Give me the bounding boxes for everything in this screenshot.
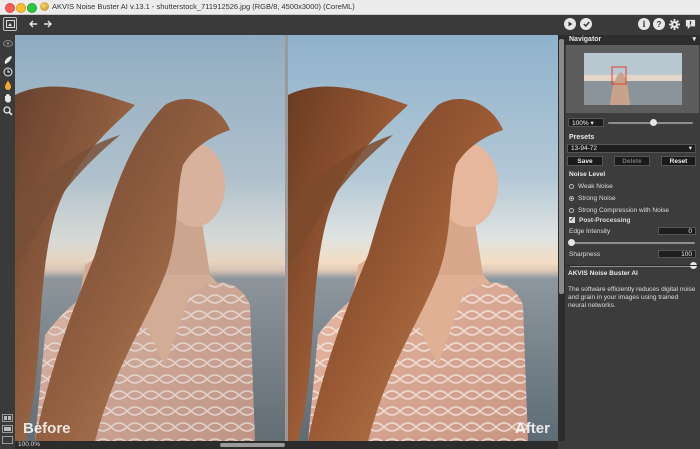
post-processing-checkbox[interactable]: ✓ Post-Processing [569,216,630,224]
settings-button[interactable] [668,18,680,30]
noise-option-strong-compression[interactable]: Strong Compression with Noise [569,206,669,214]
dropdown-arrow-icon: ▾ [688,145,692,152]
navigator-zoom-slider-knob[interactable] [650,119,658,126]
split-view-button[interactable] [2,414,13,422]
preset-selected-value: 13-94-72 [571,145,598,152]
navigator-thumbnail [566,45,699,113]
zoom-window-button[interactable] [27,3,37,13]
minimize-window-button[interactable] [16,3,26,13]
navigator-title: Navigator [569,36,602,43]
hand-tool[interactable] [2,92,13,103]
vertical-scroll-thumb[interactable] [559,39,564,294]
arrow-left-icon [28,20,37,28]
brush-icon [4,55,12,64]
navigator-header[interactable]: Navigator ▾ [565,35,700,45]
single-view-button[interactable] [2,425,13,433]
gear-icon [668,18,680,30]
edge-intensity-slider-knob[interactable] [568,239,575,246]
edge-intensity-slider[interactable] [570,242,695,244]
info-icon: i [642,19,646,29]
hand-icon [4,93,11,102]
visibility-toggle[interactable] [2,38,13,49]
image-canvas[interactable]: Before After [15,35,558,441]
presets-header: Presets [565,133,700,143]
post-processing-label: Post-Processing [579,216,631,224]
home-icon [5,20,15,28]
noise-option-strong[interactable]: Strong Noise [569,194,616,202]
compare-view-button[interactable] [2,436,13,444]
save-preset-button[interactable]: Save [567,156,603,166]
drop-icon [4,80,11,90]
window-title: AKVIS Noise Buster AI v.13.1 - shutterst… [52,2,355,11]
help-icon: ? [656,19,662,29]
presets-title: Presets [569,134,595,141]
speech-bubble-icon [685,19,695,29]
horizontal-scrollbar[interactable] [15,441,558,449]
history-brush-tool[interactable] [2,66,13,77]
vertical-scrollbar[interactable] [558,35,565,441]
radio-selected-icon [569,195,574,201]
settings-panel: Navigator ▾ 100% ▾ Presets 13-94-72 ▾ Sa… [565,35,700,449]
before-label: Before [23,420,71,437]
blur-tool[interactable] [2,79,13,90]
sharpness-value[interactable]: 100 [658,250,696,258]
reset-button[interactable]: Reset [661,156,696,166]
horizontal-scroll-thumb[interactable] [220,443,285,447]
about-title: AKVIS Noise Buster AI [568,270,638,277]
check-icon [582,21,590,27]
delete-preset-button[interactable]: Delete [614,156,650,166]
noise-option-weak[interactable]: Weak Noise [569,182,613,190]
arrow-right-icon [43,20,52,28]
after-panel: After [288,35,558,441]
close-window-button[interactable] [5,3,15,13]
dropdown-arrow-icon: ▾ [590,120,594,127]
info-button[interactable]: i [638,18,650,30]
noise-option-label: Weak Noise [578,182,613,190]
history-brush-icon [3,67,12,76]
after-image [288,35,558,441]
apply-button[interactable] [580,18,592,30]
navigator-zoom-value: 100% [572,120,589,127]
noise-level-title: Noise Level [569,171,606,178]
sharpness-label: Sharpness [569,251,601,258]
back-button[interactable] [28,19,38,29]
home-button[interactable] [3,17,17,31]
collapse-icon: ▾ [692,36,696,43]
after-label: After [514,420,550,437]
run-button[interactable] [564,18,576,30]
feedback-button[interactable] [684,18,696,30]
split-view-icon [4,416,11,420]
edge-intensity-label: Edge Intensity [569,228,611,235]
forward-button[interactable] [42,19,52,29]
before-panel: Before [15,35,285,441]
before-image [15,35,285,441]
checkmark-icon: ✓ [569,217,575,223]
about-separator [565,265,700,266]
toolbar: i ? [0,15,700,36]
magnifier-icon [2,105,13,116]
app-icon [40,2,49,11]
play-icon [568,21,573,27]
radio-icon [569,207,574,213]
about-text: The software efficiently reduces digital… [568,286,696,309]
title-bar: AKVIS Noise Buster AI v.13.1 - shutterst… [0,0,700,15]
navigator-zoom-select[interactable]: 100% ▾ [568,118,604,127]
help-button[interactable]: ? [653,18,665,30]
brush-tool[interactable] [2,54,13,65]
zoom-status: 100.0% [18,441,41,448]
noise-option-label: Strong Compression with Noise [578,206,670,214]
edge-intensity-value[interactable]: 0 [658,227,696,235]
tool-bar [0,35,16,449]
eye-icon [2,40,13,47]
single-view-icon [4,427,11,431]
zoom-tool[interactable] [2,105,13,116]
radio-icon [569,183,574,189]
noise-option-label: Strong Noise [578,194,616,202]
navigator-preview[interactable] [566,45,699,113]
preset-select[interactable]: 13-94-72 ▾ [567,144,696,153]
